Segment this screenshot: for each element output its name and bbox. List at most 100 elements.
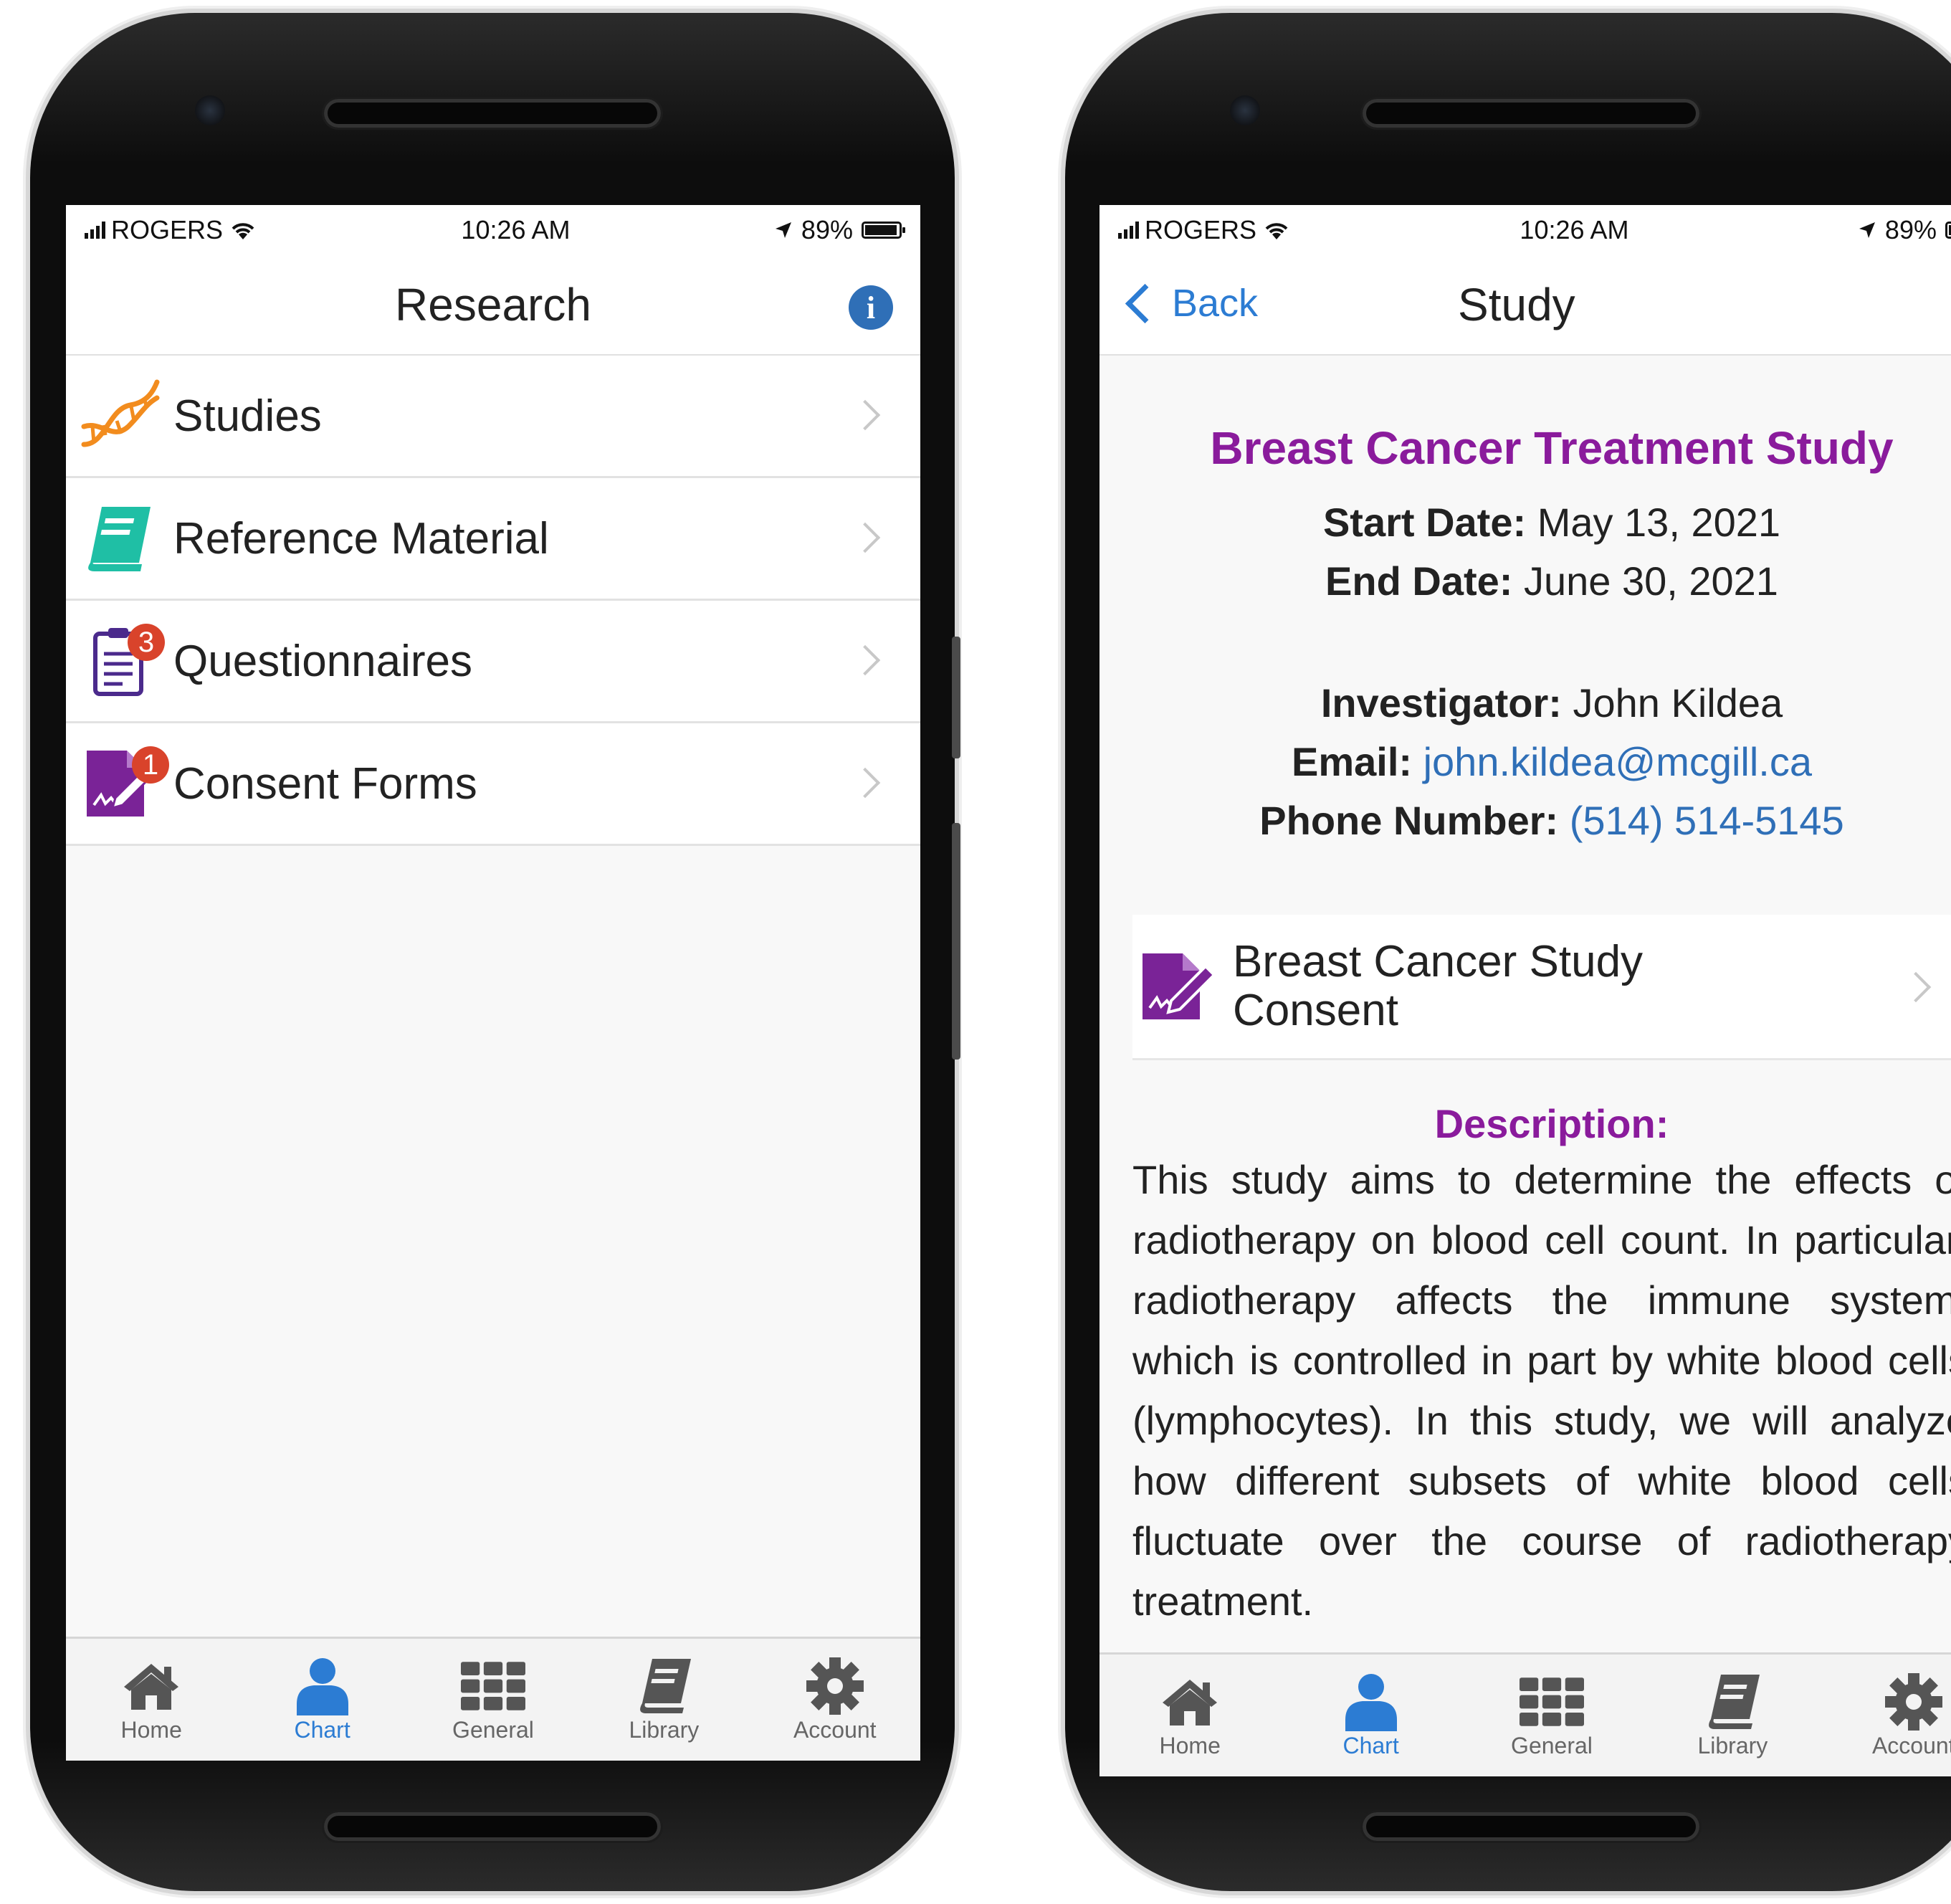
earpiece-speaker	[324, 99, 661, 128]
front-camera	[1230, 95, 1260, 125]
volume-button	[952, 637, 960, 758]
list-item-consent-forms[interactable]: 1 Consent Forms	[66, 723, 920, 846]
home-icon	[1158, 1672, 1222, 1731]
power-button	[952, 823, 960, 1060]
carrier-name: ROGERS	[111, 215, 224, 244]
start-date-label: Start Date:	[1322, 500, 1527, 545]
user-icon	[1339, 1672, 1403, 1731]
list-item-questionnaires[interactable]: 3 Questionnaires	[66, 601, 920, 723]
wifi-icon	[1265, 223, 1288, 239]
tab-bar: Home Chart General Library Account	[1099, 1652, 1951, 1776]
info-icon[interactable]: i	[849, 285, 893, 330]
book-icon	[1700, 1672, 1765, 1731]
tab-general[interactable]: General	[1461, 1672, 1642, 1759]
tab-library[interactable]: Library	[578, 1657, 749, 1743]
tab-general[interactable]: General	[408, 1657, 578, 1743]
status-bar: ROGERS 10:26 AM 89%	[66, 205, 920, 255]
tab-account[interactable]: Account	[1823, 1672, 1951, 1759]
bottom-speaker	[1363, 1812, 1699, 1841]
tab-account[interactable]: Account	[750, 1657, 920, 1743]
home-icon	[119, 1657, 183, 1715]
book-icon	[66, 495, 173, 581]
wifi-icon	[232, 223, 254, 239]
tab-home[interactable]: Home	[66, 1657, 237, 1743]
grid-icon	[460, 1657, 525, 1715]
phone-link[interactable]: (514) 514-5145	[1570, 798, 1844, 843]
back-button[interactable]: Back	[1121, 281, 1258, 325]
signal-icon	[1118, 222, 1139, 239]
consent-form-item[interactable]: Breast Cancer Study Consent	[1132, 915, 1951, 1060]
list-item-label: Questionnaires	[173, 636, 473, 686]
email-label: Email:	[1291, 739, 1413, 784]
email-link[interactable]: john.kildea@mcgill.ca	[1423, 739, 1812, 784]
tab-label: Chart	[294, 1716, 350, 1743]
tab-label: Library	[629, 1716, 700, 1743]
list-item-studies[interactable]: Studies	[66, 356, 920, 478]
clipboard-icon: 3	[66, 618, 173, 704]
phone-frame-right: ROGERS 10:26 AM 89% Back Study Breast Ca…	[1065, 13, 1951, 1891]
email: Email: john.kildea@mcgill.ca	[1135, 733, 1951, 791]
badge-count: 1	[132, 746, 169, 784]
bottom-speaker	[324, 1812, 661, 1841]
list-item-label: Studies	[173, 391, 322, 441]
screen-study: ROGERS 10:26 AM 89% Back Study Breast Ca…	[1099, 205, 1951, 1776]
list-item-label: Reference Material	[173, 513, 549, 563]
location-arrow-icon	[1859, 222, 1875, 238]
tab-library[interactable]: Library	[1642, 1672, 1823, 1759]
status-time: 10:26 AM	[1520, 215, 1629, 244]
description-heading: Description:	[1434, 1101, 1669, 1146]
investigator-label: Investigator:	[1320, 680, 1562, 725]
status-bar: ROGERS 10:26 AM 89%	[1099, 205, 1951, 255]
investigator: Investigator: John Kildea	[1135, 674, 1951, 733]
end-date-label: End Date:	[1325, 558, 1513, 604]
page-title: Research	[395, 279, 591, 330]
tab-bar: Home Chart General Library Account	[66, 1637, 920, 1761]
chevron-right-icon	[1900, 971, 1932, 1003]
start-date: Start Date: May 13, 2021	[1135, 493, 1951, 552]
signal-icon	[85, 222, 105, 239]
description-text: This study aims to determine the effects…	[1132, 1157, 1951, 1624]
page-title: Study	[1458, 279, 1575, 330]
back-label: Back	[1172, 282, 1259, 325]
tab-label: Account	[793, 1716, 877, 1743]
carrier-name: ROGERS	[1145, 215, 1257, 244]
phone-number: Phone Number: (514) 514-5145	[1135, 791, 1951, 850]
grid-icon	[1519, 1672, 1584, 1731]
front-camera	[195, 95, 225, 125]
list-item-label: Consent Forms	[173, 758, 477, 809]
tab-label: General	[1511, 1732, 1593, 1758]
location-arrow-icon	[775, 222, 791, 238]
battery-percent: 89%	[801, 215, 853, 244]
tab-chart[interactable]: Chart	[237, 1657, 407, 1743]
tab-home[interactable]: Home	[1099, 1672, 1280, 1759]
tab-label: Library	[1697, 1732, 1768, 1758]
battery-icon	[1945, 222, 1951, 239]
status-time: 10:26 AM	[461, 215, 571, 244]
tab-label: Chart	[1342, 1732, 1399, 1758]
signature-icon	[1132, 943, 1226, 1029]
chevron-left-icon	[1125, 283, 1165, 323]
start-date-value: May 13, 2021	[1537, 500, 1781, 545]
gear-icon	[803, 1657, 867, 1715]
tab-label: Account	[1871, 1732, 1951, 1758]
phone-frame-left: ROGERS 10:26 AM 89% Research i Studies R…	[30, 13, 960, 1891]
battery-icon	[861, 222, 905, 239]
nav-bar: Back Study	[1099, 255, 1951, 356]
screen-research: ROGERS 10:26 AM 89% Research i Studies R…	[66, 205, 920, 1761]
investigator-value: John Kildea	[1573, 680, 1783, 725]
end-date: End Date: June 30, 2021	[1135, 552, 1951, 611]
book-icon	[631, 1657, 696, 1715]
dna-icon	[66, 373, 173, 459]
study-details: Breast Cancer Treatment Study Start Date…	[1099, 422, 1951, 1632]
tab-label: General	[452, 1716, 534, 1743]
gear-icon	[1881, 1672, 1946, 1731]
badge-count: 3	[128, 624, 165, 661]
phone-label: Phone Number:	[1259, 798, 1559, 843]
user-icon	[290, 1657, 355, 1715]
tab-label: Home	[120, 1716, 182, 1743]
tab-chart[interactable]: Chart	[1280, 1672, 1461, 1759]
study-title: Breast Cancer Treatment Study	[1210, 422, 1894, 474]
tab-label: Home	[1159, 1732, 1221, 1758]
consent-form-label: Breast Cancer Study Consent	[1233, 937, 1644, 1035]
list-item-reference-material[interactable]: Reference Material	[66, 478, 920, 601]
